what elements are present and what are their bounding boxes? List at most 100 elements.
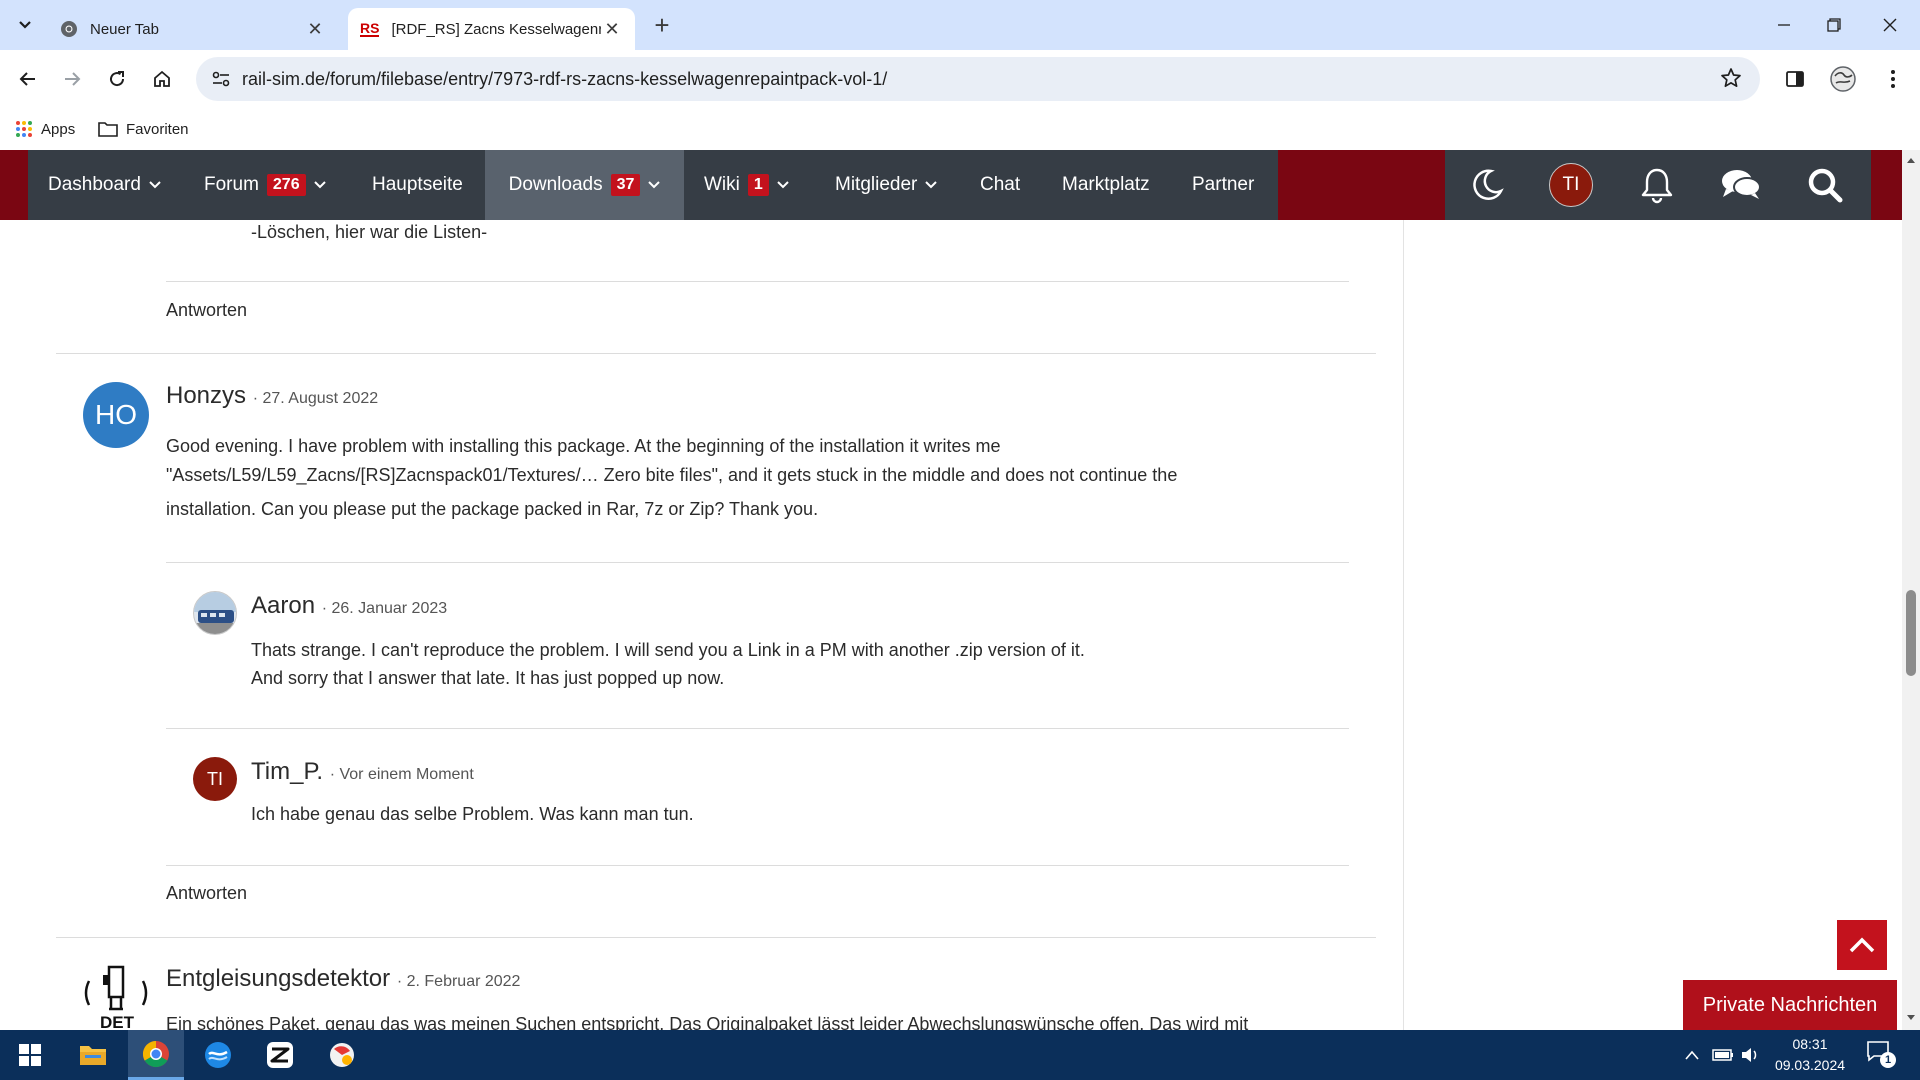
- notifications-button[interactable]: [1635, 163, 1679, 207]
- private-messages-button[interactable]: Private Nachrichten: [1683, 980, 1897, 1030]
- nav-label: Partner: [1192, 174, 1255, 195]
- comment-text-line: Ein schönes Paket, genau das was meinen …: [166, 1014, 1249, 1030]
- notification-center-button[interactable]: 1: [1866, 1040, 1900, 1070]
- browser-toolbar: rail-sim.de/forum/filebase/entry/7973-rd…: [0, 50, 1920, 108]
- user-initials: TI: [1562, 174, 1580, 195]
- moon-icon: [1473, 169, 1504, 201]
- bookmark-apps[interactable]: Apps: [15, 116, 75, 142]
- taskbar-app-blue[interactable]: [190, 1030, 246, 1080]
- nav-downloads[interactable]: Downloads 37: [485, 150, 684, 220]
- taskbar-chrome[interactable]: [128, 1030, 184, 1080]
- side-panel-button[interactable]: [1779, 63, 1811, 95]
- nav-forum[interactable]: Forum 276: [204, 150, 326, 220]
- user-avatar[interactable]: TI: [1549, 163, 1593, 207]
- comment-author[interactable]: Tim_P.: [251, 758, 323, 785]
- notification-count: 1: [1880, 1052, 1896, 1068]
- profile-button[interactable]: [1827, 63, 1859, 95]
- start-button[interactable]: [2, 1030, 58, 1080]
- battery-icon[interactable]: [1712, 1048, 1734, 1062]
- avatar-text: DET: [100, 1013, 134, 1030]
- tab-neuer-tab[interactable]: Neuer Tab ✕: [48, 8, 338, 50]
- reload-button[interactable]: [101, 63, 133, 95]
- nav-dashboard[interactable]: Dashboard: [48, 150, 161, 220]
- tab-close-button[interactable]: ✕: [304, 18, 326, 40]
- divider: [166, 865, 1349, 866]
- bookmark-favoriten[interactable]: Favoriten: [98, 116, 189, 142]
- comment-author-line: Honzys · 27. August 2022: [166, 382, 378, 410]
- apps-grid-icon: [16, 121, 32, 137]
- kebab-menu-icon: [1891, 70, 1895, 88]
- avatar[interactable]: [193, 591, 237, 635]
- avatar[interactable]: DET: [83, 965, 149, 1030]
- wiki-badge: 1: [747, 174, 769, 196]
- reload-icon: [110, 71, 125, 87]
- close-window-button[interactable]: [1860, 0, 1920, 50]
- taskbar-file-explorer[interactable]: [65, 1030, 121, 1080]
- chevron-down-icon: [777, 181, 789, 189]
- chevron-up-icon: [1849, 937, 1875, 953]
- sidebar-separator: [1403, 220, 1404, 1030]
- comment-divider: [56, 937, 1376, 938]
- home-icon: [154, 70, 170, 87]
- tab-title: [RDF_RS] Zacns Kesselwagenrep: [391, 20, 601, 38]
- chevron-up-icon[interactable]: [1684, 1049, 1700, 1061]
- nav-chat[interactable]: Chat: [980, 150, 1020, 220]
- rail-sim-favicon: RS: [360, 20, 380, 37]
- tune-icon: [212, 71, 230, 87]
- nav-wiki[interactable]: Wiki 1: [704, 150, 789, 220]
- speaker-icon[interactable]: [1740, 1046, 1760, 1064]
- nav-label: Forum: [204, 174, 259, 195]
- folder-icon: [98, 122, 118, 137]
- scrollbar-thumb[interactable]: [1906, 590, 1916, 676]
- avatar-initials: HO: [95, 399, 137, 430]
- taskbar-capcut[interactable]: [252, 1030, 308, 1080]
- nav-marktplatz[interactable]: Marktplatz: [1062, 150, 1150, 220]
- site-info-button[interactable]: [208, 67, 234, 91]
- reply-link[interactable]: Antworten: [166, 883, 247, 904]
- scroll-to-top-button[interactable]: [1837, 920, 1887, 970]
- bookmark-star-button[interactable]: [1720, 67, 1742, 89]
- forward-button[interactable]: [56, 63, 88, 95]
- comment-text-line: Good evening. I have problem with instal…: [166, 436, 1001, 456]
- comment-text-line: installation. Can you please put the pac…: [166, 499, 819, 519]
- scroll-down-arrow-icon[interactable]: [1906, 1014, 1916, 1022]
- nav-hauptseite[interactable]: Hauptseite: [372, 150, 463, 220]
- nav-partner[interactable]: Partner: [1192, 150, 1254, 220]
- dark-mode-toggle[interactable]: [1465, 163, 1509, 207]
- bookmarks-bar: Apps Favoriten: [0, 108, 1920, 150]
- comment-date: · Vor einem Moment: [329, 766, 474, 783]
- tab-rail-sim[interactable]: RS [RDF_RS] Zacns Kesselwagenrep ✕: [348, 8, 635, 50]
- nav-label: Dashboard: [48, 174, 141, 195]
- comment-author[interactable]: Aaron: [251, 592, 315, 619]
- derailment-detector-logo-icon: [84, 965, 148, 1011]
- divider: [166, 281, 1349, 282]
- tab-close-button[interactable]: ✕: [601, 18, 623, 40]
- restore-icon: [1827, 18, 1841, 32]
- restore-button[interactable]: [1804, 0, 1864, 50]
- taskbar-paint-app[interactable]: [314, 1030, 370, 1080]
- page-scrollbar[interactable]: [1902, 150, 1920, 1030]
- address-bar[interactable]: rail-sim.de/forum/filebase/entry/7973-rd…: [196, 57, 1760, 101]
- nav-label: Downloads: [508, 174, 603, 195]
- new-tab-button[interactable]: +: [648, 12, 676, 40]
- taskbar-clock[interactable]: 08:31 09.03.2024: [1760, 1034, 1860, 1076]
- reply-link[interactable]: Antworten: [166, 300, 247, 321]
- search-button[interactable]: [1803, 163, 1847, 207]
- comment-date: · 27. August 2022: [252, 390, 379, 407]
- avatar[interactable]: HO: [83, 382, 149, 448]
- back-button[interactable]: [12, 63, 44, 95]
- comment-author[interactable]: Entgleisungsdetektor: [166, 965, 390, 992]
- chrome-icon: [61, 21, 77, 37]
- avatar[interactable]: TI: [193, 757, 237, 801]
- tab-search-dropdown[interactable]: [10, 10, 40, 40]
- conversations-button[interactable]: [1719, 163, 1763, 207]
- nav-mitglieder[interactable]: Mitglieder: [835, 150, 938, 220]
- scroll-up-arrow-icon[interactable]: [1906, 156, 1916, 164]
- windows-logo-icon: [19, 1044, 41, 1066]
- bell-icon: [1641, 168, 1673, 204]
- url-text: rail-sim.de/forum/filebase/entry/7973-rd…: [242, 69, 888, 89]
- comment-author[interactable]: Honzys: [166, 382, 246, 409]
- browser-menu-button[interactable]: [1877, 63, 1909, 95]
- home-button[interactable]: [146, 63, 178, 95]
- clock-time: 08:31: [1792, 1036, 1828, 1052]
